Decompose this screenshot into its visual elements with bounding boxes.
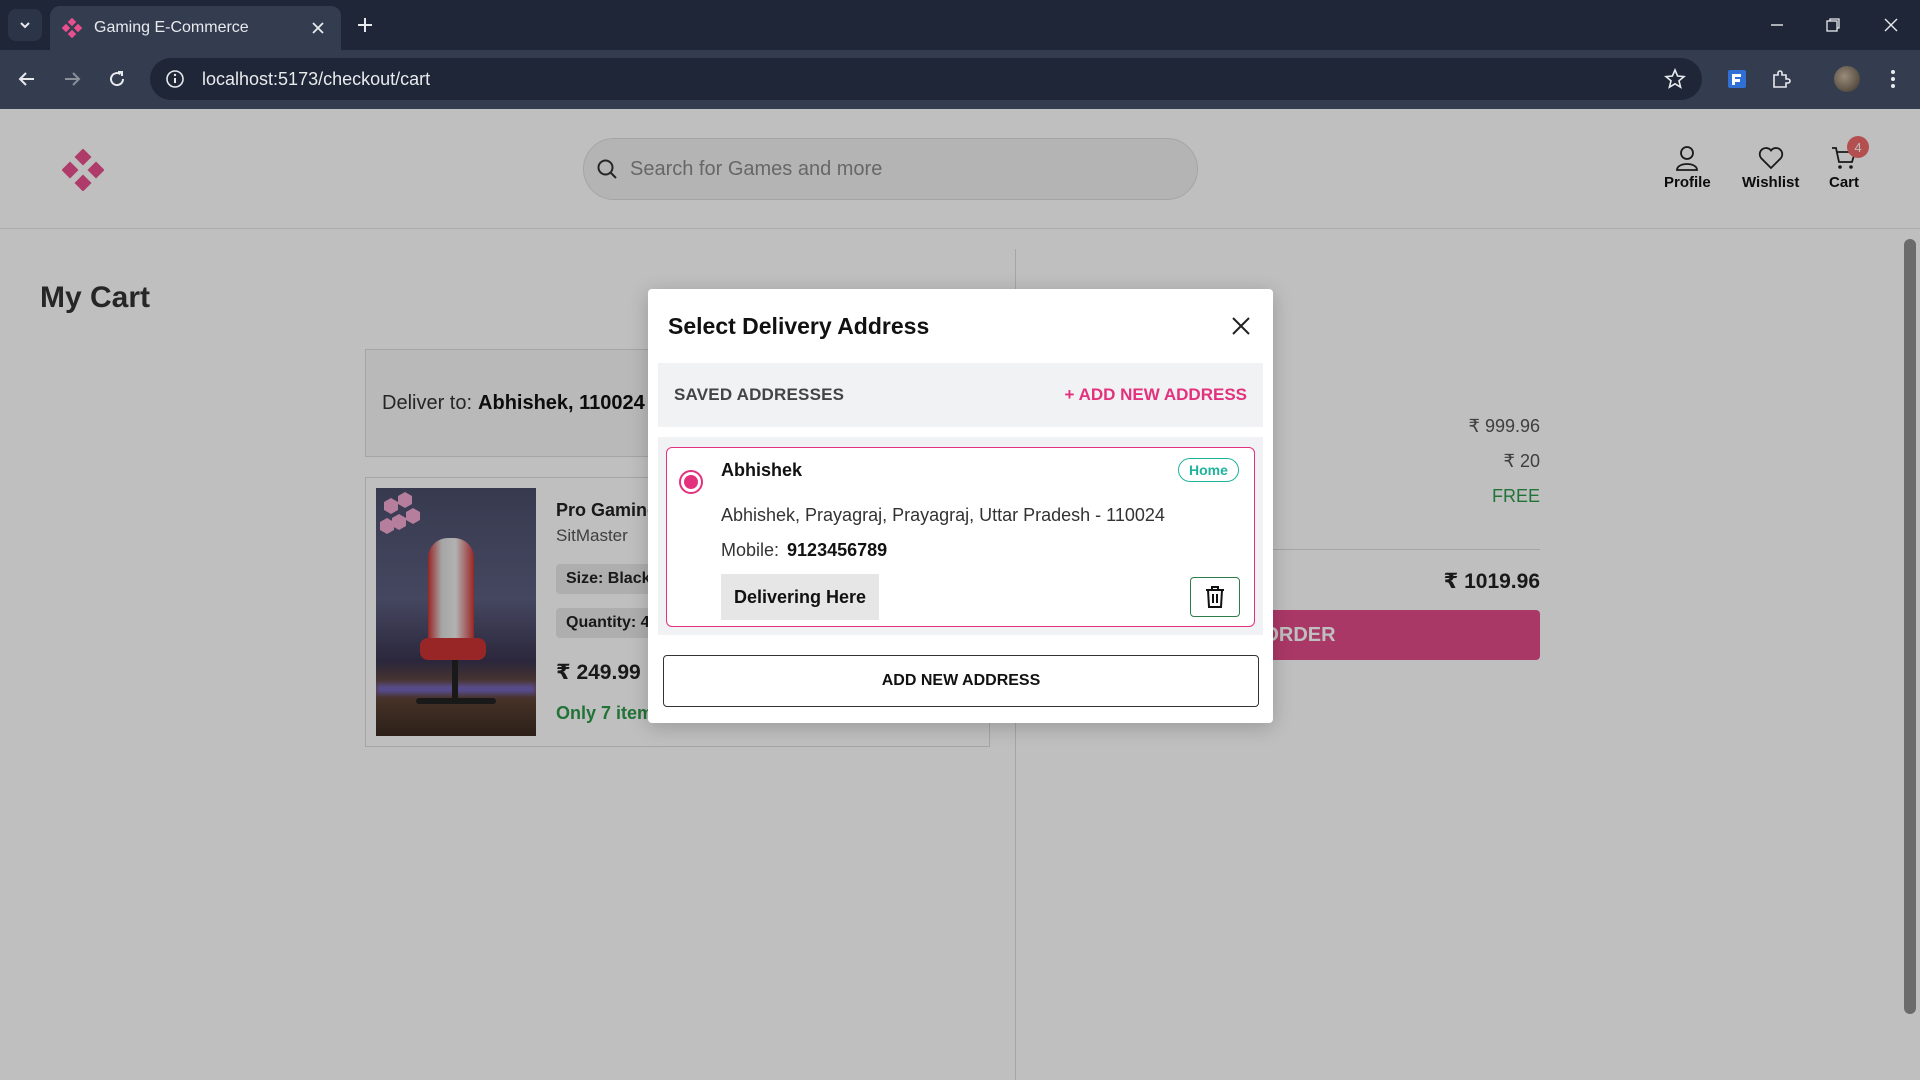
mobile-label: Mobile: [721,540,780,560]
saved-addresses-title: SAVED ADDRESSES [674,385,845,404]
address-name: Abhishek [721,460,803,480]
browser-tab[interactable]: Gaming E-Commerce [50,6,341,50]
reload-icon[interactable] [102,64,132,94]
delivering-here-button[interactable]: Delivering Here [721,574,879,620]
minimize-icon[interactable] [1762,10,1792,40]
address-radio[interactable] [679,470,703,494]
page-scrollbar[interactable] [1904,239,1916,1014]
tab-list-button[interactable] [8,9,42,41]
trash-icon [1206,586,1224,608]
url-text: localhost:5173/checkout/cart [202,68,431,89]
address-line: Abhishek, Prayagraj, Prayagraj, Uttar Pr… [721,505,1165,525]
address-type-badge: Home [1178,458,1239,482]
address-modal: Select Delivery Address SAVED ADDRESSES … [648,289,1273,723]
chevron-down-icon [20,22,30,29]
profile-avatar[interactable] [1834,66,1860,92]
site-info-icon[interactable] [164,68,186,90]
browser-toolbar: localhost:5173/checkout/cart [0,50,1920,109]
close-icon[interactable] [1228,313,1254,339]
address-card[interactable]: Abhishek Home Abhishek, Prayagraj, Praya… [666,447,1255,627]
restore-icon[interactable] [1818,10,1848,40]
address-mobile: Mobile: 9123456789 [721,540,887,561]
extension-app-icon[interactable] [1722,64,1752,94]
bookmark-star-icon[interactable] [1662,66,1688,92]
saved-addresses-header: SAVED ADDRESSES + ADD NEW ADDRESS [658,363,1263,427]
add-new-address-link[interactable]: + ADD NEW ADDRESS [1065,385,1247,405]
radio-selected-dot [684,475,698,489]
browser-menu-icon[interactable] [1878,64,1908,94]
tab-close-icon[interactable] [307,17,329,39]
back-icon[interactable] [12,64,42,94]
extensions-puzzle-icon[interactable] [1766,64,1796,94]
address-list: Abhishek Home Abhishek, Prayagraj, Praya… [658,437,1263,635]
forward-icon[interactable] [57,64,87,94]
add-new-address-button[interactable]: ADD NEW ADDRESS [663,655,1259,707]
window-close-icon[interactable] [1876,10,1906,40]
gamepad-favicon-icon [62,18,82,38]
delete-address-button[interactable] [1190,577,1240,617]
tab-title: Gaming E-Commerce [94,19,249,36]
browser-tab-bar: Gaming E-Commerce [0,0,1920,50]
modal-title: Select Delivery Address [668,313,930,339]
mobile-number: 9123456789 [787,540,888,560]
new-tab-icon[interactable] [352,12,378,38]
address-bar[interactable]: localhost:5173/checkout/cart [150,58,1702,100]
